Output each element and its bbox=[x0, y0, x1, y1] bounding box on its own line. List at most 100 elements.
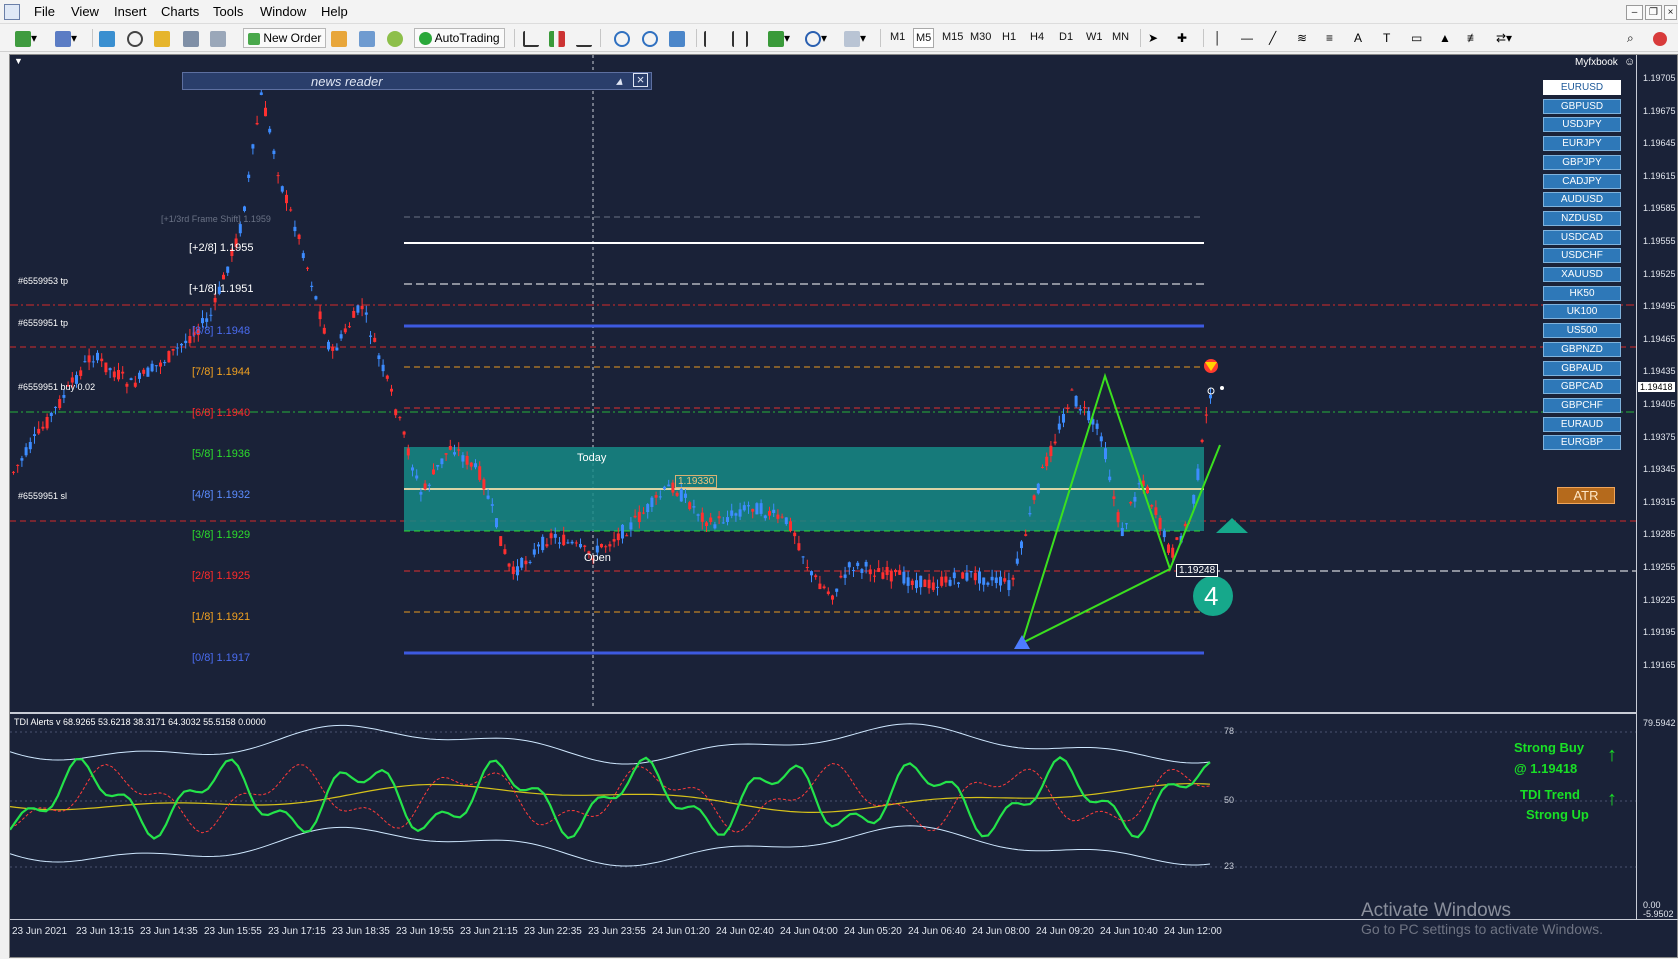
close-news-icon[interactable]: × bbox=[633, 73, 648, 87]
symbol-button-eurusd[interactable]: EURUSD bbox=[1543, 80, 1621, 95]
trade-tag-tp-a[interactable]: #6559953 tp bbox=[18, 276, 68, 286]
bar-chart-button[interactable] bbox=[522, 28, 540, 48]
menu-view[interactable]: View bbox=[71, 4, 99, 19]
tf-d1[interactable]: D1 bbox=[1057, 31, 1075, 43]
symbol-button-xauusd[interactable]: XAUUSD bbox=[1543, 267, 1621, 282]
indicators-button[interactable]: ▾ bbox=[767, 28, 791, 48]
murrey-label-p2: [+2/8] 1.1955 bbox=[189, 242, 254, 254]
market-watch-button[interactable] bbox=[98, 28, 116, 48]
tile-windows-button[interactable] bbox=[668, 28, 686, 48]
triangle-button[interactable]: ▲ bbox=[1438, 28, 1452, 48]
chart-shift-button[interactable] bbox=[731, 28, 749, 48]
collapse-icon[interactable]: ▴ bbox=[616, 73, 623, 89]
autotrading-button[interactable]: AutoTrading bbox=[414, 28, 505, 48]
tf-m30[interactable]: M30 bbox=[968, 31, 993, 43]
signals-button[interactable] bbox=[358, 28, 376, 48]
tf-h1[interactable]: H1 bbox=[1000, 31, 1018, 43]
price-chart[interactable]: news reader ▴ × [+1/3rd Frame Shift] 1.1… bbox=[10, 55, 1636, 709]
community-button[interactable] bbox=[1652, 28, 1668, 48]
zoom-out-button[interactable] bbox=[641, 28, 659, 48]
market-button[interactable] bbox=[386, 28, 404, 48]
cursor-button[interactable]: ➤ bbox=[1147, 28, 1159, 48]
menu-charts[interactable]: Charts bbox=[161, 4, 199, 19]
murrey-label-3: [3/8] 1.1929 bbox=[192, 529, 251, 541]
symbol-button-uk100[interactable]: UK100 bbox=[1543, 304, 1621, 320]
price-tick: 1.19195 bbox=[1643, 627, 1676, 638]
tf-mn[interactable]: MN bbox=[1110, 31, 1131, 43]
atr-button[interactable]: ATR bbox=[1557, 487, 1615, 504]
price-tick: 1.19285 bbox=[1643, 529, 1676, 540]
tf-w1[interactable]: W1 bbox=[1084, 31, 1105, 43]
tf-m5[interactable]: M5 bbox=[913, 28, 935, 48]
folder-button[interactable] bbox=[153, 28, 171, 48]
symbol-button-gbpchf[interactable]: GBPCHF bbox=[1543, 397, 1621, 413]
symbol-button-euraud[interactable]: EURAUD bbox=[1543, 416, 1621, 432]
symbol-button-gbpaud[interactable]: GBPAUD bbox=[1543, 360, 1621, 376]
price-axis[interactable]: 1.19705 1.19675 1.19645 1.19615 1.19585 1.195… bbox=[1636, 55, 1678, 919]
text-label-button[interactable]: T bbox=[1382, 28, 1391, 48]
tester-button[interactable] bbox=[209, 28, 227, 48]
symbol-button-gbpusd[interactable]: GBPUSD bbox=[1543, 98, 1621, 114]
trade-tag-sl[interactable]: #6559951 sl bbox=[18, 491, 67, 501]
trade-tag-tp-b[interactable]: #6559951 tp bbox=[18, 318, 68, 328]
menu-tools[interactable]: Tools bbox=[213, 4, 243, 19]
symbol-button-gbpnzd[interactable]: GBPNZD bbox=[1543, 341, 1621, 357]
chart-menu-icon[interactable]: ▼ bbox=[14, 56, 23, 66]
tdi-indicator-pane[interactable]: TDI Alerts v 68.9265 53.6218 38.3171 64.… bbox=[10, 712, 1636, 919]
fibo-fan-button[interactable]: ≢ bbox=[1466, 28, 1480, 48]
symbol-button-usdjpy[interactable]: USDJPY bbox=[1543, 117, 1621, 133]
symbol-button-us500[interactable]: US500 bbox=[1543, 323, 1621, 339]
templates-icon bbox=[844, 30, 860, 47]
menu-file[interactable]: File bbox=[34, 4, 55, 19]
tf-h4[interactable]: H4 bbox=[1028, 31, 1046, 43]
arrows-button[interactable]: ⇄▾ bbox=[1495, 28, 1513, 48]
restore-icon[interactable]: ❐ bbox=[1645, 5, 1662, 20]
symbol-button-audusd[interactable]: AUDUSD bbox=[1543, 192, 1621, 208]
trade-tag-buy[interactable]: #6559951 buy 0.02 bbox=[18, 382, 95, 392]
symbol-button-usdchf[interactable]: USDCHF bbox=[1543, 248, 1621, 264]
rectangle-button[interactable]: ▭ bbox=[1410, 28, 1423, 48]
new-order-button[interactable]: New Order bbox=[243, 28, 327, 48]
menu-insert[interactable]: Insert bbox=[114, 4, 147, 19]
search-button[interactable]: ⌕ bbox=[1626, 28, 1635, 48]
fibonacci-button[interactable]: ≡ bbox=[1325, 28, 1334, 48]
price-tick: 1.19435 bbox=[1643, 366, 1676, 377]
trendline-button[interactable]: ╱ bbox=[1268, 28, 1277, 48]
symbol-button-gbpcad[interactable]: GBPCAD bbox=[1543, 379, 1621, 395]
menu-window[interactable]: Window bbox=[260, 4, 306, 19]
metaeditor-button[interactable] bbox=[330, 28, 348, 48]
price-tick: 1.19495 bbox=[1643, 301, 1676, 312]
autoscroll-button[interactable] bbox=[703, 28, 721, 48]
new-order-label: New Order bbox=[263, 31, 322, 45]
profiles-button[interactable]: ▾ bbox=[54, 28, 78, 48]
symbol-button-hk50[interactable]: HK50 bbox=[1543, 285, 1621, 301]
navigator-button[interactable] bbox=[126, 28, 144, 48]
candles-button[interactable] bbox=[548, 28, 566, 48]
trendline-icon: ╱ bbox=[1269, 31, 1277, 45]
news-reader-panel[interactable]: news reader ▴ × bbox=[182, 72, 652, 90]
text-button[interactable]: A bbox=[1353, 28, 1363, 48]
tf-m15[interactable]: M15 bbox=[940, 31, 965, 43]
equidistant-channel-button[interactable]: ≋ bbox=[1296, 28, 1308, 48]
terminal-button[interactable] bbox=[182, 28, 200, 48]
crosshair-button[interactable]: ✚ bbox=[1176, 28, 1188, 48]
tf-m1[interactable]: M1 bbox=[888, 31, 907, 43]
templates-button[interactable]: ▾ bbox=[843, 28, 867, 48]
minimize-icon[interactable]: – bbox=[1626, 5, 1643, 20]
symbol-button-cadjpy[interactable]: CADJPY bbox=[1543, 173, 1621, 189]
new-chart-button[interactable]: ▾ bbox=[14, 28, 38, 48]
news-reader-title: news reader bbox=[311, 74, 383, 89]
symbol-button-eurgbp[interactable]: EURGBP bbox=[1543, 435, 1621, 451]
chart-window[interactable]: news reader ▴ × [+1/3rd Frame Shift] 1.1… bbox=[9, 54, 1678, 958]
menu-help[interactable]: Help bbox=[321, 4, 348, 19]
horizontal-line-button[interactable]: — bbox=[1240, 28, 1254, 48]
symbol-button-usdcad[interactable]: USDCAD bbox=[1543, 229, 1621, 245]
close-icon[interactable]: × bbox=[1664, 5, 1677, 20]
symbol-button-eurjpy[interactable]: EURJPY bbox=[1543, 136, 1621, 152]
symbol-button-nzdusd[interactable]: NZDUSD bbox=[1543, 210, 1621, 226]
zoom-in-button[interactable] bbox=[613, 28, 631, 48]
line-chart-button[interactable] bbox=[575, 28, 593, 48]
vertical-line-button[interactable]: │ bbox=[1213, 28, 1223, 48]
periods-button[interactable]: ▾ bbox=[804, 28, 828, 48]
symbol-button-gbpjpy[interactable]: GBPJPY bbox=[1543, 154, 1621, 170]
